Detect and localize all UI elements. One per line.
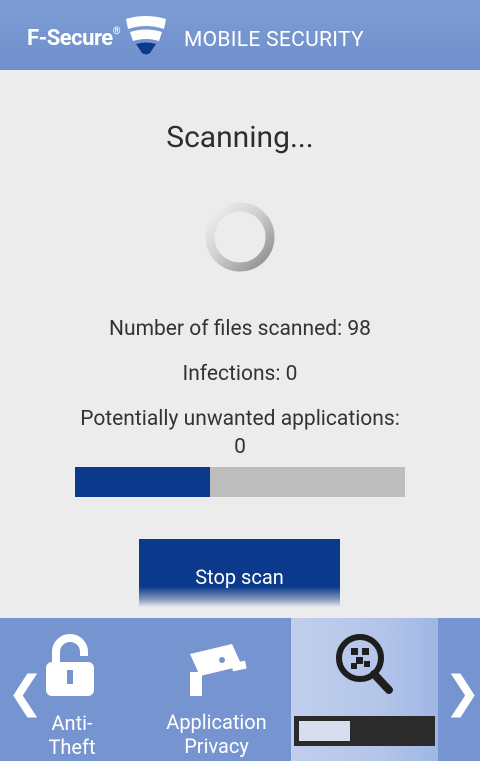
stop-scan-label: Stop scan [195,565,284,589]
files-scanned-text: Number of files scanned: 98 [109,317,371,341]
scan-status-title: Scanning... [166,120,314,155]
tab-application-privacy[interactable]: Application Privacy [150,618,283,761]
tab-anti-theft-label-1: Anti- [51,711,93,735]
brand-logo-text: F-Secure® [27,26,121,51]
pua-value: 0 [234,435,246,459]
chevron-right-icon[interactable]: ❯ [444,666,480,718]
loading-spinner-icon [205,202,275,272]
scan-progress-fill [75,467,211,497]
camera-icon [190,644,247,696]
stop-scan-button[interactable]: Stop scan [139,539,340,607]
app-title: MOBILE SECURITY [184,28,364,52]
scan-progress-bar [75,467,405,497]
f-secure-shield-icon [126,16,166,55]
brand-mark: ® [112,26,121,37]
tab-anti-theft-label-2: Theft [48,735,96,759]
bottom-navigation: ❮ Anti- Theft Application Privacy ❯ [0,618,480,761]
tab-anti-theft[interactable]: Anti- Theft [30,618,114,761]
tab-application-privacy-label-2: Privacy [184,734,249,758]
active-tab-progress-bar [294,716,435,746]
pua-label: Potentially unwanted applications: [80,407,400,431]
active-tab-progress-fill [299,721,351,741]
tab-application-privacy-label-1: Application [166,710,267,734]
padlock-icon [46,634,94,696]
app-header: F-Secure® MOBILE SECURITY [0,0,480,70]
brand-name: F-Secure [27,26,113,51]
scan-panel: Scanning... Number of files scanned: 98 … [0,70,480,618]
virus-scan-icon [336,634,393,694]
infections-text: Infections: 0 [182,362,298,386]
